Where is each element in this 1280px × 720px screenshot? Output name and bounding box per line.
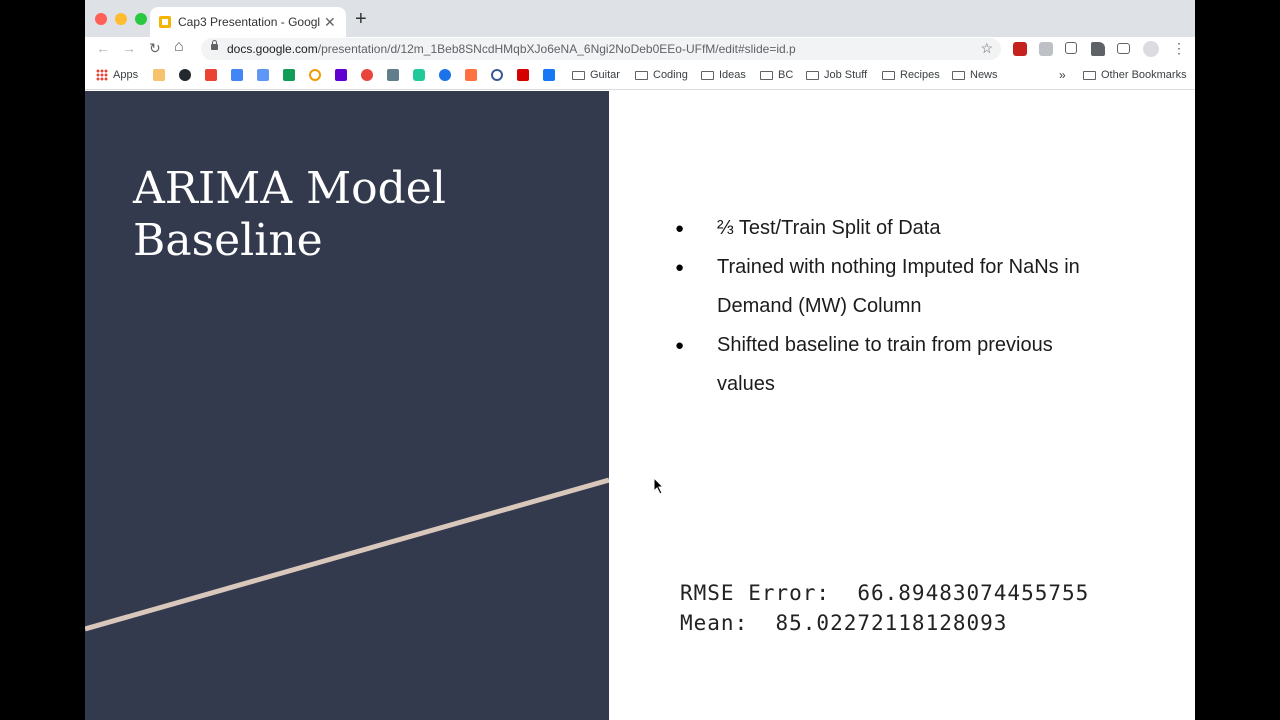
browser-menu-icon[interactable]: ⋮	[1172, 40, 1186, 57]
home-button[interactable]: ⌂	[174, 38, 184, 56]
bookmark-folder-label: Ideas	[719, 69, 746, 81]
address-bar[interactable]: docs.google.com/presentation/d/12m_1Beb8…	[201, 38, 1001, 60]
bullet-item: Shifted baseline to train from previous …	[675, 326, 1115, 404]
tab-title: Cap3 Presentation - Google Sl	[178, 15, 320, 29]
bookmark-chat-icon[interactable]	[257, 69, 269, 81]
bookmark-red-circle-icon[interactable]	[361, 69, 373, 81]
bullet-list: ⅔ Test/Train Split of Data Trained with …	[675, 209, 1115, 404]
minimize-window-button[interactable]	[115, 13, 127, 25]
slide-right-panel: ⅔ Test/Train Split of Data Trained with …	[609, 91, 1195, 720]
bookmark-apps[interactable]: Apps	[96, 69, 138, 81]
profile-avatar-icon[interactable]	[1143, 41, 1159, 57]
bookmark-folder-label: Job Stuff	[824, 69, 868, 81]
folder-icon	[952, 70, 965, 80]
folder-icon	[701, 70, 714, 80]
tab-strip: Cap3 Presentation - Google Sl ✕ +	[85, 0, 1195, 37]
folder-icon	[806, 70, 819, 80]
extensions-puzzle-icon[interactable]	[1091, 42, 1105, 56]
bookmark-folder-label: Guitar	[590, 69, 620, 81]
bookmark-drive-icon[interactable]	[283, 69, 295, 81]
bookmark-folder-recipes[interactable]: Recipes	[882, 69, 940, 81]
bookmark-orange-ring-icon[interactable]	[309, 69, 321, 81]
bookmark-folder-label: Recipes	[900, 69, 940, 81]
tab-cap3-presentation[interactable]: Cap3 Presentation - Google Sl ✕	[150, 7, 346, 37]
bookmark-swirl-icon[interactable]	[491, 69, 503, 81]
bookmark-folder-job-stuff[interactable]: Job Stuff	[806, 69, 867, 81]
back-button[interactable]: ←	[96, 40, 110, 56]
extension-lastpass-icon[interactable]	[1013, 42, 1027, 56]
bookmark-green-hex-icon[interactable]	[413, 69, 425, 81]
url-host: docs.google.com	[227, 42, 318, 56]
lock-icon	[211, 40, 218, 50]
google-slides-icon	[159, 16, 171, 28]
bookmark-blue-c-icon[interactable]	[439, 69, 451, 81]
folder-icon	[760, 70, 773, 80]
new-tab-button[interactable]: +	[355, 9, 367, 29]
url-text: docs.google.com/presentation/d/12m_1Beb8…	[227, 42, 796, 56]
forward-button[interactable]: →	[122, 40, 136, 56]
tab-close-icon[interactable]: ✕	[324, 14, 336, 31]
rmse-output: RMSE Error: 66.89483074455755	[680, 581, 1090, 605]
bookmark-folder-coding[interactable]: Coding	[635, 69, 688, 81]
bullet-item: ⅔ Test/Train Split of Data	[675, 209, 1115, 248]
url-path: /presentation/d/12m_1Beb8SNcdHMqbXJo6eNA…	[317, 42, 796, 56]
maximize-window-button[interactable]	[135, 13, 147, 25]
folder-icon	[572, 70, 585, 80]
bookmark-apps-label: Apps	[113, 69, 139, 81]
mouse-cursor-icon	[653, 477, 665, 495]
bookmark-folder-label: News	[970, 69, 998, 81]
bookmark-yahoo-icon[interactable]	[335, 69, 347, 81]
bookmark-star-icon[interactable]: ☆	[980, 40, 993, 57]
bookmark-folder-label: Coding	[653, 69, 688, 81]
browser-toolbar: ← → ↻ ⌂ docs.google.com/presentation/d/1…	[85, 37, 1195, 62]
slide-title-line-1: ARIMA Model	[133, 163, 446, 214]
reload-button[interactable]: ↻	[149, 40, 161, 57]
bookmark-folder-other[interactable]: Other Bookmarks	[1083, 69, 1187, 81]
folder-icon	[1083, 70, 1096, 80]
bookmark-folder-bc[interactable]: BC	[760, 69, 793, 81]
window-controls	[95, 13, 147, 25]
bookmark-calendar-icon[interactable]	[231, 69, 243, 81]
cast-icon[interactable]	[1117, 43, 1130, 54]
bookmarks-bar: Apps Guitar Coding Ideas BC Job Stuff Re…	[85, 62, 1195, 90]
slide-title-line-2: Baseline	[133, 215, 323, 266]
folder-icon	[635, 70, 648, 80]
bookmark-hand-icon[interactable]	[153, 69, 165, 81]
bookmark-github-icon[interactable]	[179, 69, 191, 81]
extension-grey-icon[interactable]	[1039, 42, 1053, 56]
bookmark-folder-ideas[interactable]: Ideas	[701, 69, 746, 81]
folder-icon	[882, 70, 895, 80]
bookmark-gmail-icon[interactable]	[205, 69, 217, 81]
bookmark-doc-icon[interactable]	[387, 69, 399, 81]
bookmark-orange-icon[interactable]	[465, 69, 477, 81]
apps-grid-icon	[96, 69, 108, 81]
browser-window: Cap3 Presentation - Google Sl ✕ + ← → ↻ …	[85, 0, 1195, 720]
extension-grid-icon[interactable]	[1065, 42, 1077, 54]
slide-left-panel: ARIMA Model Baseline	[85, 91, 609, 720]
close-window-button[interactable]	[95, 13, 107, 25]
bookmark-folder-guitar[interactable]: Guitar	[572, 69, 620, 81]
bookmark-folder-label: BC	[778, 69, 794, 81]
bookmarks-overflow-button[interactable]: »	[1059, 68, 1066, 82]
bookmark-espn-icon[interactable]	[517, 69, 529, 81]
bullet-item: Trained with nothing Imputed for NaNs in…	[675, 248, 1115, 326]
slide-title: ARIMA Model Baseline	[133, 163, 533, 267]
bookmark-folder-news[interactable]: News	[952, 69, 998, 81]
bookmark-facebook-icon[interactable]	[543, 69, 555, 81]
mean-output: Mean: 85.02272118128093	[680, 611, 1008, 635]
slide-canvas: ARIMA Model Baseline ⅔ Test/Train Split …	[85, 91, 1195, 720]
bookmark-folder-label: Other Bookmarks	[1101, 69, 1187, 81]
